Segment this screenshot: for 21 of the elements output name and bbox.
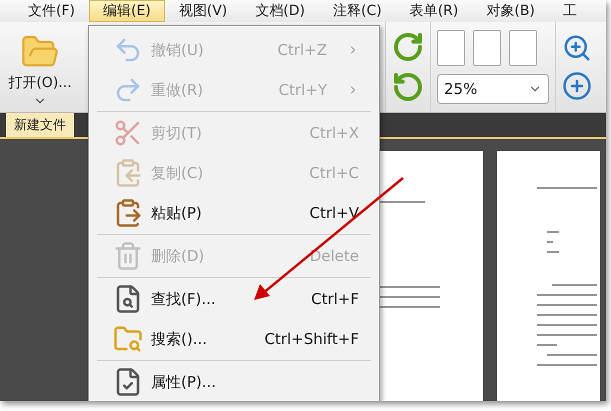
menu-item[interactable]: 文件(F) bbox=[14, 0, 89, 22]
menu-item[interactable]: 属性(P)... bbox=[89, 362, 379, 401]
rotate-icon[interactable] bbox=[392, 70, 424, 103]
menu-item[interactable]: 对象(B) bbox=[472, 0, 549, 22]
menu-item[interactable]: 粘贴(P) Ctrl+V bbox=[89, 193, 379, 233]
folder-search-icon bbox=[113, 324, 143, 354]
menu-item[interactable]: 编辑(E) bbox=[88, 0, 165, 22]
menu-item[interactable]: 表单(R) bbox=[396, 0, 472, 22]
plus-icon[interactable] bbox=[562, 70, 592, 101]
document-tab[interactable]: 新建文件 bbox=[6, 113, 74, 137]
open-button[interactable]: 打开(O)... bbox=[0, 22, 80, 112]
menu-item[interactable]: 查找(F)... Ctrl+F bbox=[89, 279, 379, 319]
menu-item[interactable]: 文档(D) bbox=[241, 0, 319, 22]
trash-can-icon bbox=[113, 241, 143, 271]
menu-item[interactable]: 注释(C) bbox=[319, 0, 396, 22]
menu-item[interactable]: 搜索()... Ctrl+Shift+F bbox=[89, 319, 379, 359]
zoom-in-icon[interactable] bbox=[562, 32, 592, 63]
menu-item[interactable]: 视图(V) bbox=[164, 0, 242, 22]
zoom-select[interactable]: 25% bbox=[437, 74, 549, 104]
menu-item[interactable]: 工 bbox=[548, 0, 591, 22]
rotate-icon[interactable] bbox=[392, 30, 424, 63]
